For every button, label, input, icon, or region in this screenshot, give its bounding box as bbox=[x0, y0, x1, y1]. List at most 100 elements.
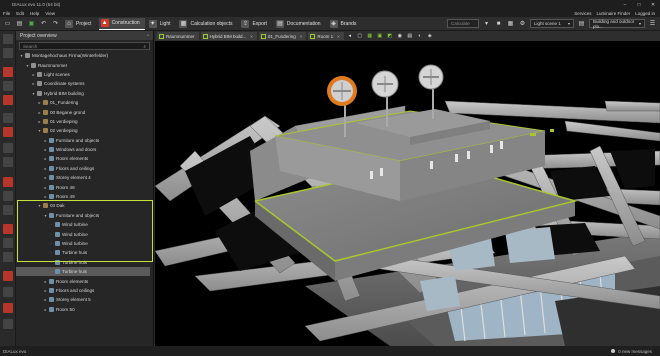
tree-item[interactable]: ▸ Coordinate systems bbox=[16, 79, 150, 88]
tree-item[interactable]: ▸ 01 verdieping bbox=[16, 117, 150, 126]
viewport-tab-fundering[interactable]: 01_Fundering × bbox=[258, 32, 307, 40]
new-file-icon[interactable]: ▭ bbox=[3, 19, 12, 28]
view-left-icon[interactable]: ◂ bbox=[346, 32, 354, 40]
view-mode-icon[interactable]: ▢ bbox=[356, 32, 364, 40]
close-icon[interactable]: × bbox=[300, 34, 303, 39]
tree-item[interactable]: ▾ Raumnummer bbox=[16, 60, 150, 69]
expand-icon[interactable]: ▸ bbox=[43, 147, 48, 152]
expand-icon[interactable]: ▸ bbox=[37, 110, 42, 115]
collapse-icon[interactable]: ▾ bbox=[37, 203, 42, 208]
window-icon[interactable] bbox=[3, 127, 13, 137]
menu-file[interactable]: File bbox=[3, 11, 10, 16]
view-camera-icon[interactable]: ◉ bbox=[396, 32, 404, 40]
collapse-icon[interactable]: ▾ bbox=[43, 213, 48, 218]
tree-item[interactable]: ▾ 03 Dak bbox=[16, 201, 150, 210]
close-icon[interactable]: × bbox=[250, 34, 253, 39]
ceiling-icon[interactable] bbox=[3, 191, 13, 201]
panel-pin-icon[interactable]: ▫ bbox=[147, 33, 149, 39]
3d-viewport[interactable]: Raumnummer Hybrid BIM build... × 01_Funde… bbox=[155, 31, 660, 346]
close-icon[interactable]: × bbox=[337, 34, 340, 39]
expand-icon[interactable]: ▸ bbox=[37, 100, 42, 105]
expand-icon[interactable]: ▸ bbox=[43, 279, 48, 284]
view-floor-icon[interactable]: ▣ bbox=[376, 32, 384, 40]
menu-icon[interactable]: ☰ bbox=[648, 19, 657, 28]
settings-icon[interactable]: ⚙ bbox=[518, 19, 527, 28]
expand-icon[interactable]: ▸ bbox=[37, 119, 42, 124]
redo-icon[interactable]: ↷ bbox=[51, 19, 60, 28]
calculate-button[interactable]: Calculate bbox=[447, 19, 479, 28]
tab-project[interactable]: ⌂ Project bbox=[63, 18, 97, 30]
stairs-icon[interactable] bbox=[3, 157, 13, 167]
expand-icon[interactable]: ▸ bbox=[43, 166, 48, 171]
tree-item[interactable]: ▾ Furniture and objects bbox=[16, 211, 150, 220]
tree-item[interactable]: ▸ Storey element 5 bbox=[16, 295, 150, 304]
maximize-icon[interactable]: □ bbox=[632, 2, 646, 8]
viewport-tab-room1[interactable]: Room 1 × bbox=[308, 32, 344, 40]
expand-icon[interactable]: ▸ bbox=[43, 288, 48, 293]
room-icon[interactable] bbox=[3, 95, 13, 105]
luminaire-finder-link[interactable]: Luminaire Finder bbox=[596, 11, 630, 16]
pointer-icon[interactable] bbox=[3, 34, 13, 44]
expand-icon[interactable]: ▸ bbox=[43, 307, 48, 312]
tree-item[interactable]: · Turbine huis bbox=[16, 266, 150, 277]
opening-icon[interactable] bbox=[3, 224, 13, 234]
wall-icon[interactable] bbox=[3, 81, 13, 91]
expand-icon[interactable]: ▸ bbox=[31, 81, 36, 86]
dots-icon[interactable] bbox=[3, 319, 13, 329]
section-icon[interactable] bbox=[3, 303, 13, 313]
view-render-icon[interactable]: ◐ bbox=[416, 32, 424, 40]
column-icon[interactable] bbox=[3, 177, 13, 187]
open-folder-icon[interactable]: ▤ bbox=[15, 19, 24, 28]
object-icon[interactable] bbox=[3, 238, 13, 248]
furniture-icon[interactable] bbox=[3, 252, 13, 262]
search-input[interactable]: Search ⌕ bbox=[19, 42, 150, 50]
calc-dropdown-icon[interactable]: ▾ bbox=[482, 19, 491, 28]
viewport-tab-raumnummer[interactable]: Raumnummer bbox=[157, 32, 199, 40]
tree-item[interactable]: ▸ Storey element 4 bbox=[16, 173, 150, 182]
services-link[interactable]: Services bbox=[574, 11, 591, 16]
tree-item[interactable]: ▸ Room 48 bbox=[16, 182, 150, 191]
tree-item[interactable]: ▸ Room elements bbox=[16, 276, 150, 285]
messages-indicator[interactable]: 0 new messages bbox=[611, 349, 652, 354]
collapse-icon[interactable]: ▾ bbox=[19, 53, 24, 58]
expand-icon[interactable]: ▸ bbox=[43, 297, 48, 302]
tree-item[interactable]: ▸ Floors and ceilings bbox=[16, 164, 150, 173]
expand-icon[interactable]: ▸ bbox=[43, 175, 48, 180]
tab-light[interactable]: ✦ Light bbox=[147, 18, 176, 30]
building-icon[interactable] bbox=[3, 67, 13, 77]
tree-item[interactable]: ▸ Windows and doors bbox=[16, 145, 150, 154]
tree-item[interactable]: ▸ 00 Begane grond bbox=[16, 107, 150, 116]
roof-icon[interactable] bbox=[3, 143, 13, 153]
tree-item[interactable]: ▾ 02 verdieping bbox=[16, 126, 150, 135]
expand-icon[interactable]: ▸ bbox=[43, 156, 48, 161]
tree-item[interactable]: · Wind turbine bbox=[16, 239, 150, 248]
tab-export[interactable]: ⇪ Export bbox=[239, 18, 271, 30]
expand-icon[interactable]: ▸ bbox=[43, 194, 48, 199]
import-icon[interactable] bbox=[3, 271, 13, 281]
view-extra-icon[interactable]: ◈ bbox=[426, 32, 434, 40]
building-3d-scene[interactable] bbox=[155, 41, 660, 346]
menu-view[interactable]: View bbox=[45, 11, 55, 16]
light-scene-select[interactable]: Light scene 1 ▾ bbox=[530, 19, 574, 28]
save-icon[interactable]: ▣ bbox=[27, 19, 36, 28]
collapse-icon[interactable]: ▾ bbox=[37, 128, 42, 133]
tab-construction[interactable]: ▲ Construction bbox=[98, 17, 145, 30]
tree-item[interactable]: ▸ Room 50 bbox=[16, 305, 150, 314]
expand-icon[interactable]: ▸ bbox=[43, 185, 48, 190]
tree-item[interactable]: · Wind turbine bbox=[16, 229, 150, 238]
grid-view-icon[interactable]: ▦ bbox=[506, 19, 515, 28]
tree-item[interactable]: · Turbine huis bbox=[16, 248, 150, 257]
collapse-icon[interactable]: ▾ bbox=[25, 63, 30, 68]
floor-icon[interactable] bbox=[3, 205, 13, 215]
tree-item[interactable]: ▸ Room 49 bbox=[16, 192, 150, 201]
view-lock-icon[interactable]: ▤ bbox=[406, 32, 414, 40]
scene-options-icon[interactable]: ▤ bbox=[577, 19, 586, 28]
tree-item[interactable]: · Turbine huis bbox=[16, 258, 150, 267]
tree-item[interactable]: · Wind turbine bbox=[16, 220, 150, 229]
door-icon[interactable] bbox=[3, 113, 13, 123]
undo-icon[interactable]: ↶ bbox=[39, 19, 48, 28]
view-3d-icon[interactable]: ◩ bbox=[386, 32, 394, 40]
view-grid-icon[interactable]: ▦ bbox=[366, 32, 374, 40]
building-view-select[interactable]: Building and outdoor pla... ▾ bbox=[589, 19, 645, 29]
tree-item[interactable]: ▸ Furniture and objects bbox=[16, 136, 150, 145]
